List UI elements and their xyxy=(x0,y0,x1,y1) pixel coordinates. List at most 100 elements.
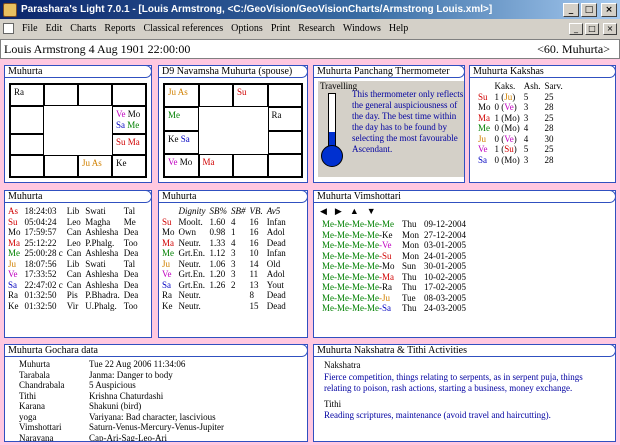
chart-house[interactable]: Ve Mo Sa Me xyxy=(112,105,146,134)
table-row[interactable]: Ma 25:12:22 Leo P.Phalg. Too xyxy=(6,238,140,249)
chart-house[interactable] xyxy=(44,84,78,106)
table-row[interactable]: Ve Grt.En. 1.20 3 11 Adol xyxy=(160,269,288,280)
thermometer-panel[interactable]: Muhurta Panchang Thermometer Travelling … xyxy=(313,65,465,183)
document-icon[interactable] xyxy=(3,23,14,34)
chart-house[interactable]: Ve Mo xyxy=(164,153,199,177)
table-row[interactable]: Ke 01:32:50 Vir U.Phalg. Too xyxy=(6,301,140,312)
arrow-right-icon[interactable]: ▶ xyxy=(335,206,342,217)
table-row[interactable]: Sa 22:47:02 c Can Ashlesha Dea xyxy=(6,280,140,291)
menu-help[interactable]: Help xyxy=(385,23,412,34)
chart-house[interactable]: Ma xyxy=(198,153,233,177)
menu-reports[interactable]: Reports xyxy=(100,23,139,34)
table-row[interactable]: Ju 0 (Ve) 4 30 xyxy=(476,134,565,145)
positions-panel[interactable]: Muhurta As 18:24:03 Lib Swati Tal Su 05:04:24 L… xyxy=(4,190,152,338)
table-row[interactable]: Mo Own 0.98 1 16 Adol xyxy=(160,227,288,238)
table-row[interactable]: Mo 0 (Ve) 3 28 xyxy=(476,102,565,113)
table-row[interactable]: As 18:24:03 Lib Swati Tal xyxy=(6,206,140,217)
menu-classical-references[interactable]: Classical references xyxy=(139,23,227,34)
table-row[interactable]: Mo 17:59:57 Can Ashlesha Dea xyxy=(6,227,140,238)
table-row[interactable]: Ke Neutr. 15 Dead xyxy=(160,301,288,312)
arrow-left-icon[interactable]: ◀ xyxy=(320,206,327,217)
rasi-chart[interactable]: Ra Ve Mo Sa Me Su Ma Ju As Ke xyxy=(9,83,147,178)
nakshatra-panel[interactable]: Muhurta Nakshatra & Tithi Activities Nak… xyxy=(313,344,616,442)
menu-edit[interactable]: Edit xyxy=(42,23,67,34)
table-row[interactable]: Me 0 (Mo) 4 28 xyxy=(476,123,565,134)
table-row[interactable]: Ra Neutr. 8 Dead xyxy=(160,290,288,301)
table-row[interactable]: Ju 18:07:56 Lib Swati Tal xyxy=(6,259,140,270)
table-row[interactable]: Su 1 (Ju) 5 25 xyxy=(476,92,565,103)
chart-house[interactable]: Me xyxy=(164,107,199,131)
chart-house[interactable]: Ra xyxy=(267,107,302,131)
mdi-maximize-button[interactable]: □ xyxy=(585,22,599,35)
menu-print[interactable]: Print xyxy=(267,23,294,34)
table-row[interactable]: Me 25:00:28 c Can Ashlesha Dea xyxy=(6,248,140,259)
nakshatra-cell: Magha xyxy=(85,216,111,227)
menu-charts[interactable]: Charts xyxy=(66,23,100,34)
chart-house[interactable]: Ke xyxy=(112,155,146,177)
table-row[interactable]: Me Grt.En. 1.12 3 10 Infan xyxy=(160,248,288,259)
list-item[interactable]: Me-Me-Me-Me-Mo Sun 30-01-2005 xyxy=(314,261,615,272)
navamsha-chart[interactable]: Ju As Su Me Ra Ke Sa Ve Mo Ma xyxy=(163,83,303,178)
dignity-cell: Neutr. xyxy=(178,258,201,269)
planet-cell: Ju xyxy=(478,133,487,144)
chart-house[interactable] xyxy=(10,105,44,134)
kakshas-panel[interactable]: Muhurta Kakshas Kaks. Ash. Sarv. Su 1 (Ju) 5 2… xyxy=(469,65,616,183)
table-row[interactable]: Ju Neutr. 1.06 3 14 Old xyxy=(160,259,288,270)
list-item[interactable]: Me-Me-Me-Me-Ma Thu 10-02-2005 xyxy=(314,272,615,283)
chart-house[interactable] xyxy=(78,84,112,106)
planet-cell: As xyxy=(8,206,19,216)
chart-house[interactable] xyxy=(267,153,302,177)
close-button[interactable]: × xyxy=(601,2,617,17)
chart-house[interactable] xyxy=(112,84,146,106)
list-item[interactable]: Me-Me-Me-Me-Ke Mon 27-12-2004 xyxy=(314,230,615,241)
muhurta-chart-panel[interactable]: Muhurta Ra Ve Mo Sa Me Su Ma Ju As Ke xyxy=(4,65,152,183)
chart-house[interactable] xyxy=(198,84,233,108)
table-row[interactable]: Su 05:04:24 Leo Magha Me xyxy=(6,217,140,228)
chart-house[interactable]: Ke Sa xyxy=(164,130,199,154)
menu-file[interactable]: File xyxy=(18,23,42,34)
chart-house[interactable] xyxy=(267,84,302,108)
table-row[interactable]: Sa 0 (Mo) 3 28 xyxy=(476,155,565,166)
list-item[interactable]: Me-Me-Me-Me-Sa Thu 24-03-2005 xyxy=(314,303,615,314)
app-icon[interactable] xyxy=(3,2,17,17)
chart-house[interactable] xyxy=(10,133,44,156)
menu-options[interactable]: Options xyxy=(227,23,267,34)
list-item[interactable]: Me-Me-Me-Me-Ju Tue 08-03-2005 xyxy=(314,293,615,304)
table-row[interactable]: Ma Neutr. 1.33 4 16 Dead xyxy=(160,238,288,249)
maximize-button[interactable]: □ xyxy=(581,2,597,17)
mdi-minimize-button[interactable]: _ xyxy=(569,22,583,35)
list-item[interactable]: Me-Me-Me-Me-Ve Mon 03-01-2005 xyxy=(314,240,615,251)
dignity-panel[interactable]: Muhurta Dignity SB% SB# VB. Av5 Su Moolt. 1.60 4… xyxy=(158,190,308,338)
chart-house[interactable]: Ju As xyxy=(78,155,112,177)
menu-research[interactable]: Research xyxy=(294,23,339,34)
list-item[interactable]: Me-Me-Me-Me-Ra Thu 17-02-2005 xyxy=(314,282,615,293)
table-row[interactable]: Ve 17:33:52 Can Ashlesha Dea xyxy=(6,269,140,280)
list-item[interactable]: Me-Me-Me-Me-Su Mon 24-01-2005 xyxy=(314,251,615,262)
mdi-close-button[interactable]: × xyxy=(603,22,617,35)
chart-house[interactable] xyxy=(10,155,44,177)
chart-house[interactable]: Su Ma xyxy=(112,133,146,156)
gochara-panel[interactable]: Muhurta Gochara data Muhurta Tue 22 Aug 2… xyxy=(4,344,308,442)
menu-windows[interactable]: Windows xyxy=(339,23,385,34)
muhurta-selector[interactable]: <60. Muhurta> xyxy=(537,42,616,57)
list-item[interactable]: Me-Me-Me-Me-Me Thu 09-12-2004 xyxy=(314,219,615,230)
chart-house[interactable] xyxy=(44,155,78,177)
arrow-down-icon[interactable]: ▼ xyxy=(367,206,376,217)
navamsha-chart-panel[interactable]: D9 Navamsha Muhurta (spouse) Ju As Su Me Ra… xyxy=(158,65,308,183)
chart-house[interactable] xyxy=(267,130,302,154)
arrow-up-icon[interactable]: ▲ xyxy=(350,206,359,217)
planet-label: Me xyxy=(127,119,140,130)
minimize-button[interactable]: _ xyxy=(563,2,579,17)
table-row[interactable]: Ma 1 (Mo) 3 25 xyxy=(476,113,565,124)
table-row[interactable]: Ra 01:32:50 Pis P.Bhadra. Dea xyxy=(6,290,140,301)
chart-house[interactable] xyxy=(233,153,268,177)
vb-cell: 16 xyxy=(249,227,259,237)
vimshottari-panel[interactable]: Muhurta Vimshottari ◀ ▶ ▲ ▼ Me-Me-Me-Me-… xyxy=(313,190,616,338)
planet-cell: Me xyxy=(162,248,174,258)
chart-house[interactable]: Ju As xyxy=(164,84,199,108)
table-row[interactable]: Ve 1 (Su) 5 25 xyxy=(476,144,565,155)
chart-house[interactable]: Ra xyxy=(10,84,44,106)
table-row[interactable]: Su Moolt. 1.60 4 16 Infan xyxy=(160,217,288,228)
table-row[interactable]: Sa Grt.En. 1.26 2 13 Yout xyxy=(160,280,288,291)
chart-house[interactable]: Su xyxy=(233,84,268,108)
